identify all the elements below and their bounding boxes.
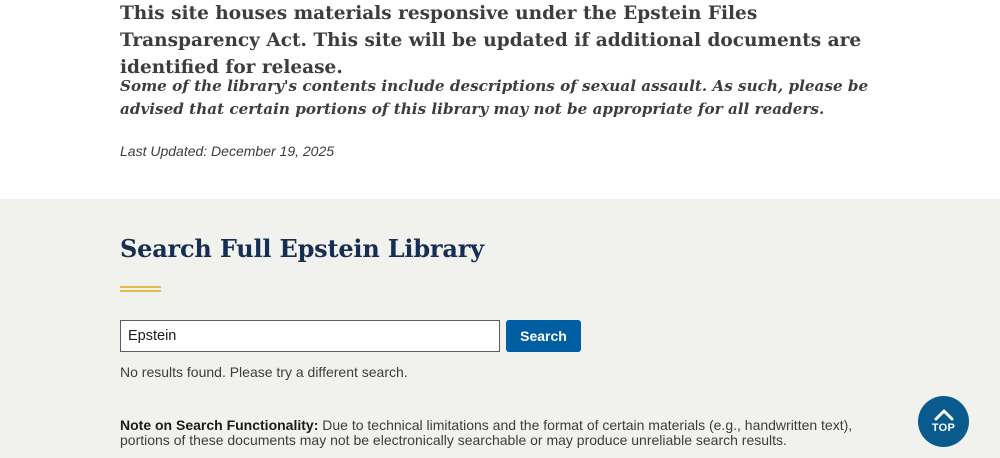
back-to-top-button[interactable]: TOP	[918, 396, 969, 447]
last-updated: Last Updated: December 19, 2025	[120, 143, 335, 159]
search-input[interactable]	[120, 320, 500, 352]
chevron-up-icon	[934, 409, 953, 421]
intro-description: This site houses materials responsive un…	[120, 3, 862, 78]
intro-section: This site houses materials responsive un…	[0, 0, 1000, 199]
no-results-message: No results found. Please try a different…	[120, 364, 408, 380]
search-button[interactable]: Search	[506, 320, 581, 352]
search-note-label: Note on Search Functionality:	[120, 417, 319, 433]
search-section: Search Full Epstein Library Search No re…	[0, 199, 1000, 458]
top-label: TOP	[931, 422, 956, 434]
search-heading: Search Full Epstein Library	[120, 234, 484, 263]
content-warning: Some of the library's contents include d…	[120, 77, 869, 118]
heading-accent-rule	[120, 286, 161, 292]
search-note: Note on Search Functionality: Due to tec…	[120, 418, 890, 448]
